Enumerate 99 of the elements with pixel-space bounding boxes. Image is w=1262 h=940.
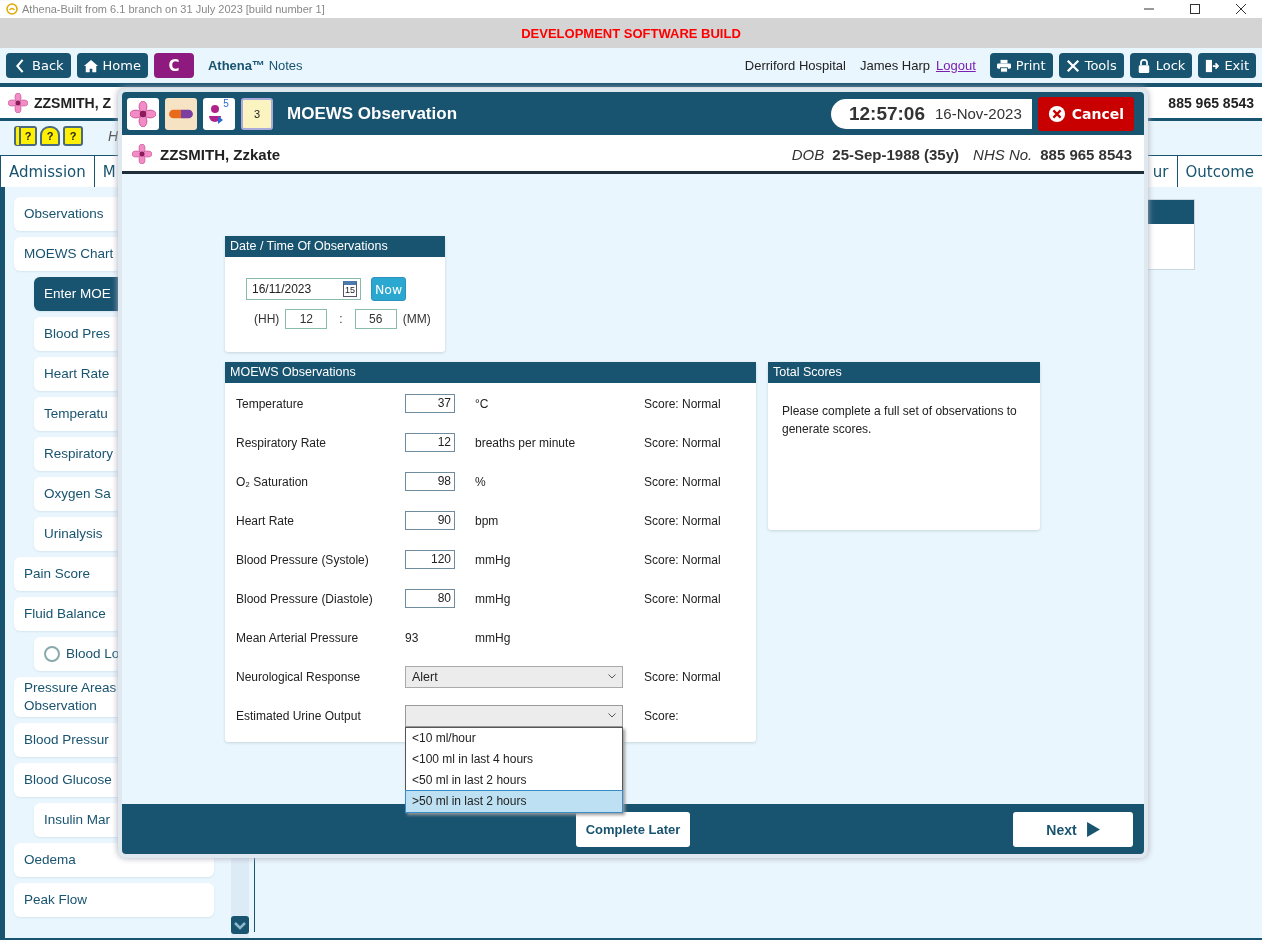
next-button[interactable]: Next [1013,812,1133,847]
home-icon [83,58,98,73]
patient-name: ZZSMITH, Zzkate [160,145,280,163]
dob-value: 25-Sep-1988 (35y) [832,145,960,163]
chevron-down-icon [608,674,616,679]
unit-label: breaths per minute [475,435,577,450]
tab[interactable]: Outcome [1176,155,1262,187]
scroll-down-icon[interactable] [231,916,249,934]
maximize-icon[interactable] [1190,4,1200,14]
flower-icon [8,92,28,113]
lock-icon [1136,58,1151,73]
observation-label: Heart Rate [236,513,296,528]
calendar-icon[interactable]: 15 [343,281,357,297]
value-field[interactable]: 98 [405,472,455,491]
sidebar-item[interactable]: Peak Flow [14,883,214,917]
chevron-down-icon [608,713,616,718]
score-text: Score: Normal [644,474,721,489]
hospital-name: Derriford Hospital [744,58,846,73]
home-button[interactable]: Home [76,53,148,78]
letter-button[interactable]: C [153,53,194,78]
window-title: Athena-Built from 6.1 branch on 31 July 2023 [build number 1] [22,3,325,15]
unit-label: mmHg [475,591,512,606]
observation-label: Blood Pressure (Systole) [236,552,370,567]
value-field[interactable]: 37 [405,394,455,413]
observation-label: Respiratory Rate [236,435,328,450]
unit-label: bpm [475,513,500,528]
tab[interactable]: Admission [0,155,95,187]
nhs-number: 885 965 8543 [1168,94,1254,111]
score-text: Score: Normal [644,513,721,528]
flower-tile[interactable] [127,97,159,130]
score-text: Score: Normal [644,396,721,411]
dropdown-option[interactable]: <50 ml in last 2 hours [406,769,622,791]
dropdown-option[interactable]: <10 ml/hour [406,727,622,749]
lock-button[interactable]: Lock [1129,53,1193,78]
observation-label: Estimated Urine Output [236,708,362,723]
build-warning-text: DEVELOPMENT SOFTWARE BUILD [521,25,741,41]
score-text: Score: Normal [644,669,721,684]
patient-name: ZZSMITH, Z [34,94,111,111]
exit-button[interactable]: Exit [1198,53,1256,78]
observation-label: Blood Pressure (Diastole) [236,591,374,606]
score-text: Score: [644,708,679,723]
value-field[interactable]: 120 [405,550,455,569]
pill-tile[interactable] [165,97,197,130]
close-icon[interactable] [1236,4,1246,14]
print-button[interactable]: Print [989,53,1053,78]
panel-header: Date / Time Of Observations [225,236,445,257]
user-name: James Harp [859,58,930,73]
info-text: H [108,128,119,144]
help-icon[interactable]: ? [63,126,83,146]
notes-tile[interactable]: 3 [241,97,273,130]
dialog-title: MOEWS Observation [287,103,458,124]
list-help-icon[interactable]: ? [14,126,37,146]
person-tile[interactable]: 5 [203,97,235,130]
score-text: Score: Normal [644,591,721,606]
observation-label: Neurological Response [236,669,362,684]
score-text: Score: Normal [644,435,721,450]
value-field[interactable]: 90 [405,511,455,530]
observation-label: Mean Arterial Pressure [236,630,360,645]
tools-button[interactable]: Tools [1058,53,1124,78]
printer-icon [996,58,1011,73]
hours-field[interactable]: 12 [285,309,328,329]
close-circle-icon [1047,104,1066,123]
panel-header: MOEWS Observations [225,362,756,383]
clock-display: 12:57:06 16-Nov-2023 [830,98,1032,129]
unit-label: mmHg [475,630,511,645]
value-field[interactable]: 12 [405,433,455,452]
complete-later-button[interactable]: Complete Later [576,812,690,847]
time-separator: : [339,312,343,326]
flower-icon [132,144,152,164]
dob-label: DOB [791,145,825,163]
nhs-label: NHS No. [973,145,1033,163]
play-icon [1086,822,1100,837]
dropdown-option[interactable]: >50 ml in last 2 hours [406,790,622,812]
back-button[interactable]: Back [6,53,71,78]
person-arrow-icon [209,103,224,124]
minutes-label: (MM) [402,312,431,326]
app-logo-icon [6,3,18,15]
date-field[interactable]: 16/11/2023 15 [246,278,361,300]
score-text: Score: Normal [644,552,721,567]
observation-label: O₂ Saturation [236,474,310,489]
nhs-value: 885 965 8543 [1040,145,1132,163]
scores-message: Please complete a full set of observations to generate scores. [781,403,1018,438]
panel-header: Total Scores [768,362,1040,383]
unit-label: % [475,474,487,489]
app-name: Athena™ Notes [207,58,303,73]
value-field[interactable]: 80 [405,589,455,608]
cancel-button[interactable]: Cancel [1037,96,1134,131]
unit-label: °C [475,396,490,411]
home-help-icon[interactable]: ? [40,126,60,146]
dropdown-option[interactable]: <100 ml in last 4 hours [406,748,622,770]
exit-door-icon [1205,58,1220,73]
computed-value: 93 [405,630,420,645]
hours-label: (HH) [254,312,280,326]
dropdown-field[interactable]: Alert [405,665,623,688]
minutes-field[interactable]: 56 [354,309,397,329]
dropdown-field[interactable] [405,704,623,727]
unit-label: mmHg [475,552,512,567]
observation-label: Temperature [236,396,305,411]
logout-link[interactable]: Logout [936,58,976,73]
